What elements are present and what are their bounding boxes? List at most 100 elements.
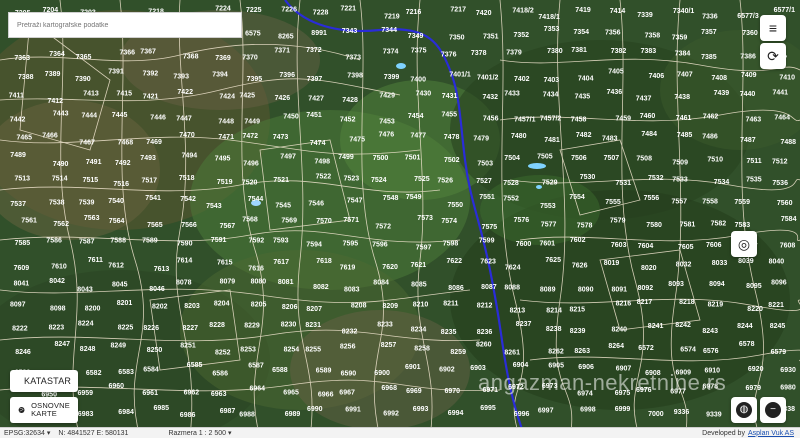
parcel-label: 8221 xyxy=(768,302,784,309)
parcel-label: 7364 xyxy=(49,51,65,58)
parcel-label: 7359 xyxy=(672,35,688,42)
parcel-label: 7462 xyxy=(703,114,719,121)
parcel-label: 7583 xyxy=(735,222,751,229)
parcel-label: 8250 xyxy=(147,347,163,354)
parcel-label: 7483 xyxy=(602,135,618,142)
parcel-label: 7419 xyxy=(575,7,591,14)
search-input[interactable] xyxy=(8,12,242,38)
parcel-label: 7391 xyxy=(108,69,124,76)
globe-button[interactable]: ◍ xyxy=(731,397,757,423)
parcel-label: 8237 xyxy=(516,321,532,328)
parcel-label: 6998 xyxy=(580,407,596,414)
parcel-label: 8088 xyxy=(504,285,520,292)
parcel-label: 8247 xyxy=(55,341,71,348)
parcel-label: 7400 xyxy=(410,77,426,84)
parcel-label: 7556 xyxy=(644,195,660,202)
parcel-label: 7408 xyxy=(712,75,728,82)
parcel-label: 6960 xyxy=(109,383,125,390)
parcel-label: 7618 xyxy=(316,258,332,265)
parcel-label: 8207 xyxy=(306,306,322,313)
parcel-label: 7410 xyxy=(779,75,795,82)
parcel-label: 8220 xyxy=(747,306,763,313)
parcel-label: 7620 xyxy=(382,264,398,271)
parcel-label: 8081 xyxy=(278,279,294,286)
parcel-label: 7471 xyxy=(218,134,234,141)
parcel-label: 7367 xyxy=(140,48,156,55)
parcel-label: 8262 xyxy=(548,348,564,355)
parcel-label: 8240 xyxy=(612,327,628,334)
parcel-label: 8032 xyxy=(676,262,692,269)
parcel-label: 7599 xyxy=(479,237,495,244)
parcel-label: 7449 xyxy=(244,119,260,126)
scale-dropdown-icon[interactable]: ▾ xyxy=(228,429,232,437)
developer-link[interactable]: Asplan Vuk AS xyxy=(748,430,794,437)
map-canvas[interactable]: 7205720472037207721872207224722572267228… xyxy=(0,0,800,438)
parcel-label: 8265 xyxy=(278,34,294,41)
parcel-label: 7529 xyxy=(542,179,558,186)
parcel-label: 7625 xyxy=(545,257,561,264)
parcel-label: 7475 xyxy=(349,137,365,144)
parcel-label: 7407 xyxy=(677,72,693,79)
parcel-label: 7398 xyxy=(347,73,363,80)
parcel-label: 7336 xyxy=(702,13,718,20)
parcel-label: 7455 xyxy=(442,111,458,118)
parcel-label: 7605 xyxy=(678,244,694,251)
parcel-label: 6995 xyxy=(480,405,496,412)
parcel-label: 7414 xyxy=(610,8,626,15)
parcel-label: 7561 xyxy=(21,218,37,225)
parcel-label: 8255 xyxy=(305,347,321,354)
parcel-label: 6590 xyxy=(341,371,357,378)
osnovne-karte-button[interactable]: OSNOVNE KARTE xyxy=(10,397,78,423)
parcel-label: 7503 xyxy=(477,161,493,168)
parcel-label: 7572 xyxy=(375,223,391,230)
parcel-label: 7624 xyxy=(505,264,521,271)
parcel-label: 7365 xyxy=(76,54,92,61)
parcel-label: 6991 xyxy=(345,406,361,413)
parcel-label: 8201 xyxy=(117,300,133,307)
parcel-label: 6930 xyxy=(780,367,796,374)
zoom-out-button[interactable]: − xyxy=(760,397,786,423)
parcel-label: 8252 xyxy=(215,350,231,357)
parcel-label: 8235 xyxy=(441,329,457,336)
parcel-label: 7425 xyxy=(240,93,256,100)
parcel-label: 8230 xyxy=(281,321,297,328)
parcel-label: 8259 xyxy=(450,349,466,356)
parcel-label: 7603 xyxy=(611,242,627,249)
parcel-label: 8094 xyxy=(709,281,725,288)
parcel-label: 6959 xyxy=(78,390,94,397)
parcel-label: 8215 xyxy=(570,307,586,314)
parcel-label: 7442 xyxy=(10,117,26,124)
parcel-label: 8086 xyxy=(448,285,464,292)
menu-button[interactable]: ≡ xyxy=(760,15,786,41)
parcel-label: 7521 xyxy=(273,177,289,184)
parcel-label: 8263 xyxy=(574,348,590,355)
katastar-button[interactable]: KATASTAR xyxy=(10,370,78,392)
parcel-label: 7476 xyxy=(379,132,395,139)
parcel-label: 7569 xyxy=(281,218,297,225)
parcel-label: 7445 xyxy=(112,112,128,119)
parcel-label: 8204 xyxy=(214,301,230,308)
parcel-label: 7550 xyxy=(448,202,464,209)
parcel-label: 7499 xyxy=(338,154,354,161)
parcel-label: 7422 xyxy=(177,89,193,96)
parcel-label: 7548 xyxy=(383,195,399,202)
parcel-label: 7495 xyxy=(215,155,231,162)
parcel-label: 7592 xyxy=(249,238,265,245)
parcel-label: 8209 xyxy=(383,303,399,310)
parcel-label: 6577/3 xyxy=(737,13,759,20)
parcel-label: 6970 xyxy=(445,388,461,395)
parcel-label: 7555 xyxy=(605,199,621,206)
locate-button[interactable]: ◎ xyxy=(731,231,757,257)
refresh-button[interactable]: ⟳ xyxy=(760,43,786,69)
parcel-label: 6584 xyxy=(143,367,159,374)
parcel-label: 7366 xyxy=(120,49,136,56)
parcel-label: 7562 xyxy=(53,221,69,228)
parcel-label: 8079 xyxy=(220,279,236,286)
parcel-label: 7388 xyxy=(18,74,34,81)
parcel-label: 8256 xyxy=(340,343,356,350)
parcel-label: 8257 xyxy=(381,342,397,349)
parcel-label: 8241 xyxy=(648,323,664,330)
parcel-label: 9336 xyxy=(674,409,690,416)
epsg-dropdown-icon[interactable]: ▾ xyxy=(47,429,51,437)
parcel-label: 6988 xyxy=(239,412,255,419)
